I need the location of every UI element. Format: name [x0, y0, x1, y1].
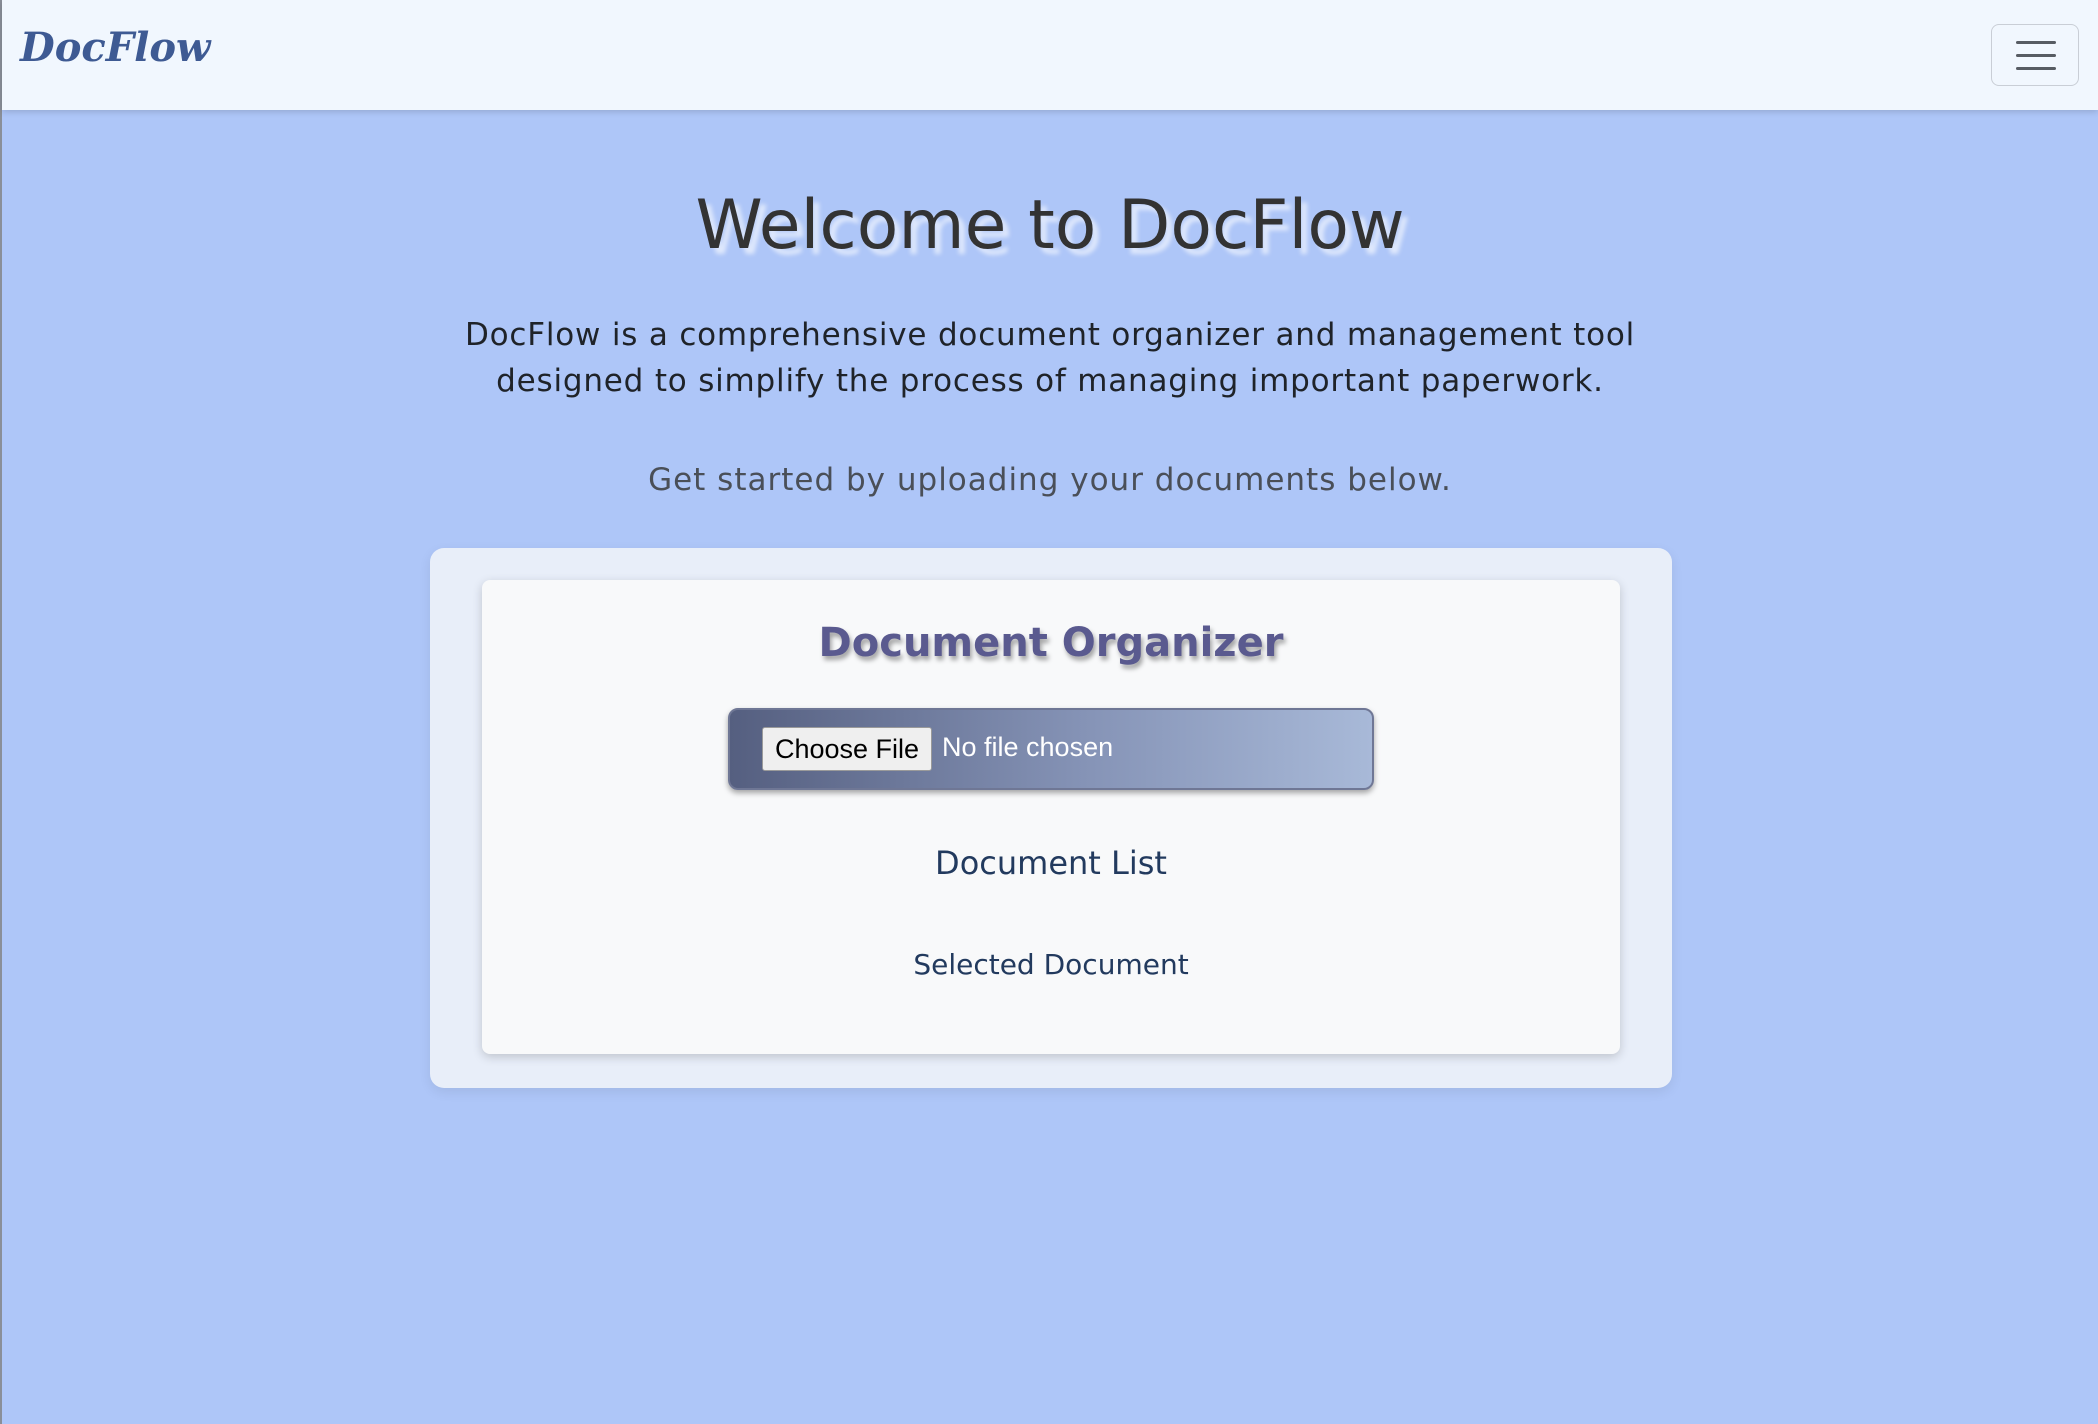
organizer-title: Document Organizer — [818, 620, 1284, 666]
file-status-text: No file chosen — [942, 732, 1114, 762]
selected-document-heading: Selected Document — [913, 948, 1189, 981]
hamburger-menu-button[interactable] — [1991, 24, 2079, 86]
document-list-heading: Document List — [935, 844, 1167, 882]
choose-file-button[interactable]: Choose File — [762, 727, 932, 771]
intro-text: DocFlow is a comprehensive document orga… — [464, 317, 1636, 399]
get-started-text: Get started by uploading your documents … — [648, 462, 1452, 498]
page-title: Welcome to DocFlow — [695, 186, 1405, 265]
top-navbar: DocFlow — [2, 0, 2098, 110]
organizer-card: Document Organizer Choose File No file c… — [482, 580, 1620, 1054]
brand-logo[interactable]: DocFlow — [20, 24, 210, 71]
organizer-container: Document Organizer Choose File No file c… — [430, 548, 1672, 1088]
file-upload-input[interactable]: Choose File No file chosen — [728, 708, 1374, 790]
